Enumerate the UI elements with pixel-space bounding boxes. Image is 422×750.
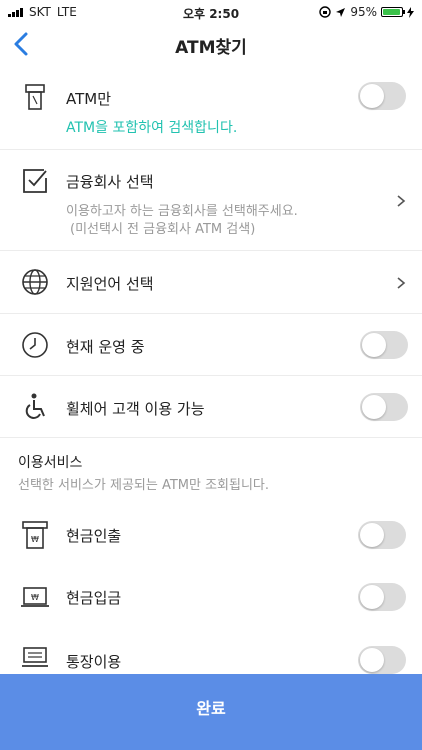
wheelchair-toggle[interactable] [360, 393, 408, 421]
charging-icon [407, 6, 414, 18]
toggle-knob [360, 585, 384, 609]
withdraw-toggle[interactable] [358, 521, 406, 549]
passbook-toggle[interactable] [358, 646, 406, 674]
wheelchair-icon [25, 393, 45, 419]
operating-label: 현재 운영 중 [66, 338, 145, 356]
finance-company-description: 이용하고자 하는 금융회사를 선택해주세요. [66, 204, 298, 219]
passbook-icon [22, 647, 48, 667]
svg-text:₩: ₩ [31, 535, 39, 544]
chevron-right-icon [397, 277, 406, 289]
language-label: 지원언어 선택 [66, 275, 154, 293]
withdraw-label: 현금인출 [66, 527, 122, 545]
finance-company-row[interactable]: 금융회사 선택 이용하고자 하는 금융회사를 선택해주세요. (미선택시 전 금… [0, 150, 422, 251]
services-section-title: 이용서비스 [18, 455, 83, 471]
toggle-knob [360, 523, 384, 547]
atm-only-description: ATM을 포함하여 검색합니다. [66, 120, 238, 136]
atm-only-toggle[interactable] [358, 82, 406, 110]
status-bar: SKT LTE 오후 2:50 95% [0, 0, 422, 24]
wheelchair-row: 휠체어 고객 이용 가능 [0, 376, 422, 438]
done-button[interactable]: 완료 [0, 674, 422, 750]
atm-only-label: ATM만 [66, 90, 112, 108]
deposit-toggle[interactable] [358, 583, 406, 611]
toggle-knob [362, 395, 386, 419]
finance-company-note: (미선택시 전 금융회사 ATM 검색) [70, 222, 256, 237]
nav-bar: ATM찾기 [0, 24, 422, 64]
toggle-knob [360, 648, 384, 672]
finance-company-label: 금융회사 선택 [66, 173, 154, 191]
withdraw-row: ₩ 현금인출 [0, 510, 422, 560]
clock-icon [22, 332, 48, 358]
chevron-right-icon [397, 195, 406, 207]
passbook-label: 통장이용 [66, 653, 122, 671]
services-section-description: 선택한 서비스가 제공되는 ATM만 조회됩니다. [18, 478, 270, 493]
deposit-label: 현금입금 [66, 589, 122, 607]
toggle-knob [360, 84, 384, 108]
wheelchair-label: 휠체어 고객 이용 가능 [66, 400, 205, 418]
operating-toggle[interactable] [360, 331, 408, 359]
cash-deposit-icon: ₩ [21, 587, 49, 607]
location-icon [336, 7, 346, 17]
svg-text:₩: ₩ [31, 593, 39, 602]
status-right: 95% [319, 5, 414, 19]
rotation-lock-icon [319, 6, 332, 18]
globe-icon [22, 269, 48, 295]
language-row[interactable]: 지원언어 선택 [0, 251, 422, 314]
cash-withdraw-icon: ₩ [22, 521, 48, 549]
deposit-row: ₩ 현금입금 [0, 572, 422, 622]
atm-only-row: ATM만 ATM을 포함하여 검색합니다. [0, 70, 422, 150]
passbook-row: 통장이용 [0, 636, 422, 676]
battery-percent: 95% [350, 5, 377, 19]
toggle-knob [362, 333, 386, 357]
checkbox-icon [23, 169, 47, 193]
operating-row: 현재 운영 중 [0, 314, 422, 376]
page-title: ATM찾기 [175, 38, 247, 58]
battery-icon [381, 7, 405, 17]
atm-icon [25, 84, 45, 110]
